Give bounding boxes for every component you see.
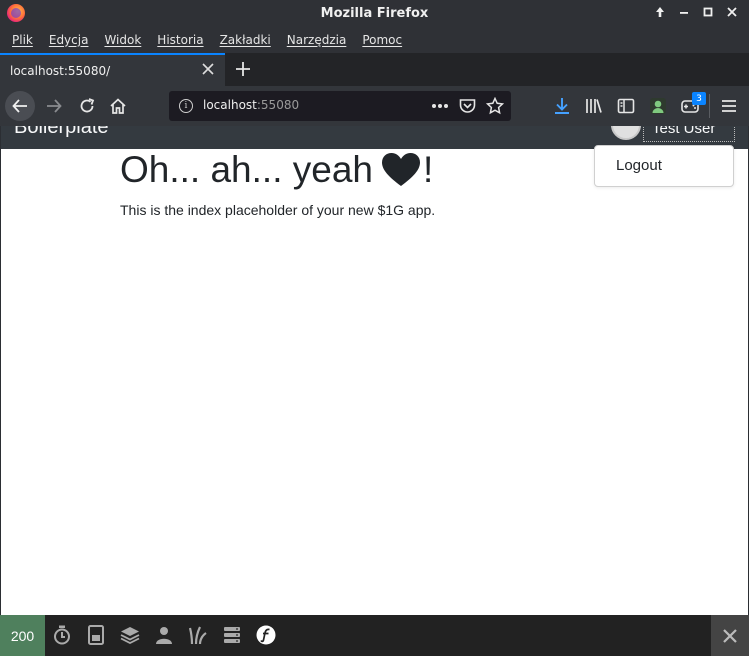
layers-icon[interactable] <box>119 624 141 646</box>
close-icon <box>723 628 737 643</box>
arrow-left-icon <box>12 99 27 113</box>
extension-badge-count: 3 <box>692 92 706 105</box>
heart-icon <box>381 153 420 186</box>
back-button[interactable] <box>5 91 35 121</box>
memory-icon[interactable] <box>85 624 107 646</box>
sidebar-icon <box>617 98 635 114</box>
menu-history[interactable]: Historia <box>149 33 211 47</box>
heading-text: Oh... ah... yeah <box>120 149 373 190</box>
menu-help[interactable]: Pomoc <box>354 33 410 47</box>
minimize-icon <box>680 12 688 14</box>
status-code-badge[interactable]: 200 <box>0 615 45 656</box>
hamburger-menu-icon <box>722 100 736 112</box>
tab-label: localhost:55080/ <box>10 63 111 78</box>
menu-view[interactable]: Widok <box>96 33 149 47</box>
navbar-brand[interactable]: Boilerplate <box>14 126 109 139</box>
window-controls <box>651 3 741 21</box>
url-host: localhost <box>203 98 257 112</box>
menu-tools[interactable]: Narzędzia <box>279 33 355 47</box>
debug-toolbar: 200 <box>0 615 749 656</box>
menu-file[interactable]: Plik <box>4 33 41 47</box>
menu-edit[interactable]: Edycja <box>41 33 97 47</box>
database-icon[interactable] <box>221 624 243 646</box>
new-tab-button[interactable] <box>232 57 254 81</box>
pocket-icon <box>459 99 475 113</box>
menu-bookmarks[interactable]: Zakładki <box>212 33 279 47</box>
pocket-button[interactable] <box>457 96 477 116</box>
firefox-logo-icon <box>7 4 25 22</box>
downloads-button[interactable] <box>552 96 572 116</box>
user-avatar[interactable] <box>611 126 641 140</box>
window-maximize-button[interactable] <box>699 3 717 21</box>
window-title: Mozilla Firefox <box>320 5 429 21</box>
url-bar[interactable]: i localhost:55080 <box>169 91 511 121</box>
window-close-button[interactable] <box>723 3 741 21</box>
reload-icon <box>80 98 95 113</box>
page-heading: Oh... ah... yeah ! <box>120 149 433 191</box>
page-actions-button[interactable] <box>430 96 450 116</box>
timer-icon[interactable] <box>51 624 73 646</box>
open-menu-button[interactable] <box>719 96 739 116</box>
close-icon <box>202 63 214 75</box>
download-icon <box>555 98 569 114</box>
window-titlebar: Mozilla Firefox <box>0 0 749 26</box>
window-minimize-button[interactable] <box>675 3 693 21</box>
logout-link[interactable]: Logout <box>616 157 662 174</box>
tab-localhost[interactable]: localhost:55080/ <box>0 53 225 86</box>
site-info-icon[interactable]: i <box>179 99 193 113</box>
home-icon <box>110 98 126 114</box>
plus-icon <box>236 62 250 76</box>
window-keep-above-button[interactable] <box>651 3 669 21</box>
arrow-up-icon <box>656 7 664 17</box>
maximize-icon <box>703 7 713 17</box>
library-icon <box>586 99 602 113</box>
toolbar-separator <box>709 94 710 118</box>
menu-bar: Plik Edycja Widok Historia Zakładki Narz… <box>0 26 749 53</box>
reload-button[interactable] <box>77 96 97 116</box>
index-placeholder-text: This is the index placeholder of your ne… <box>120 202 436 218</box>
more-dots-icon <box>432 104 448 108</box>
tab-close-button[interactable] <box>201 61 215 80</box>
sidebar-button[interactable] <box>616 96 636 116</box>
debug-toolbar-close-button[interactable] <box>711 615 749 656</box>
user-icon[interactable] <box>153 624 175 646</box>
page-viewport: Boilerplate Test User Logout Oh... ah...… <box>1 126 748 615</box>
navigation-toolbar: i localhost:55080 3 <box>0 86 749 126</box>
twig-icon[interactable] <box>187 624 209 646</box>
tab-bar: localhost:55080/ <box>0 53 749 86</box>
extension-avatar-icon <box>650 98 666 114</box>
user-dropdown-menu: Logout <box>594 145 734 187</box>
url-port: :55080 <box>256 98 300 112</box>
star-icon <box>486 97 504 115</box>
arrow-right-icon <box>47 99 62 113</box>
user-menu-toggle[interactable]: Test User <box>643 126 735 142</box>
forward-button[interactable] <box>44 96 64 116</box>
close-icon <box>727 7 737 17</box>
library-button[interactable] <box>584 96 604 116</box>
url-text[interactable]: localhost:55080 <box>203 98 299 112</box>
heading-exclamation: ! <box>422 149 434 190</box>
home-button[interactable] <box>108 96 128 116</box>
symfony-icon[interactable] <box>255 624 277 646</box>
extension-button[interactable] <box>648 96 668 116</box>
bookmark-star-button[interactable] <box>485 96 505 116</box>
